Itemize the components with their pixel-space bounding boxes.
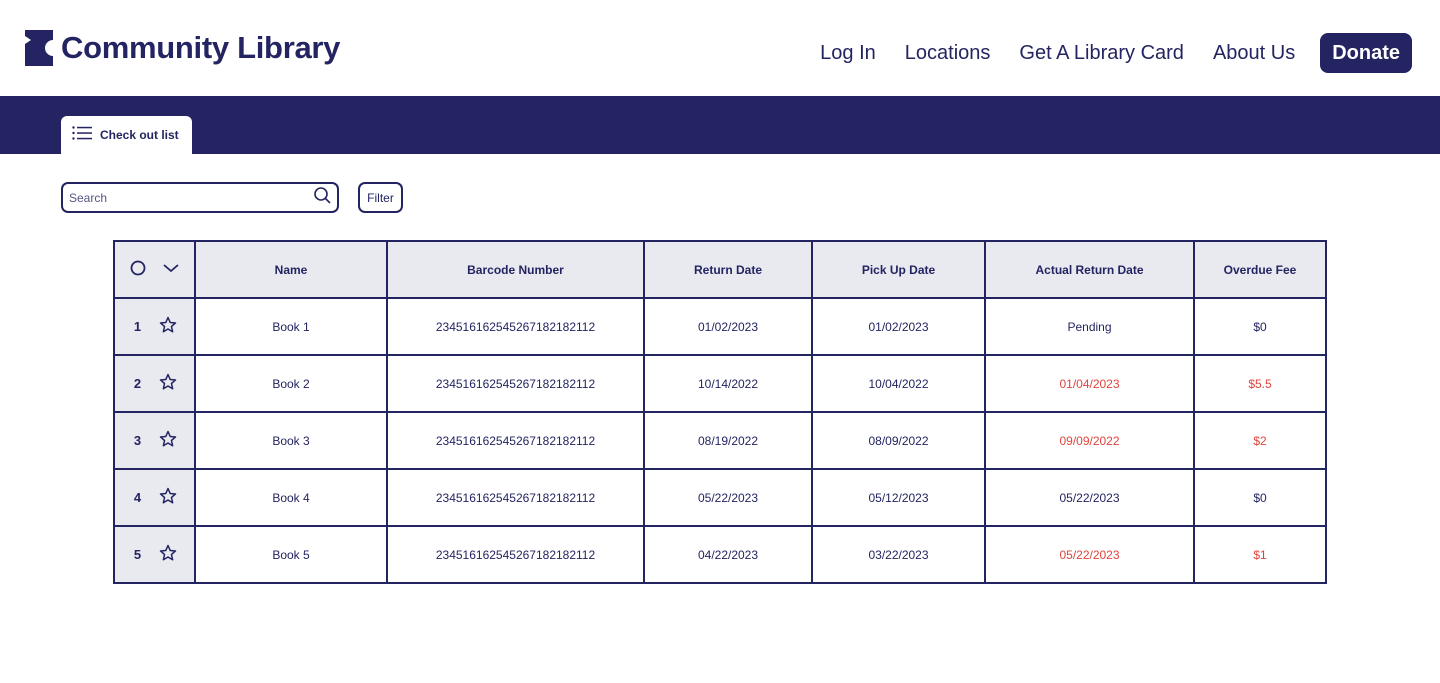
cell-return-date: 05/22/2023 (643, 468, 813, 527)
cell-return-date: 01/02/2023 (643, 297, 813, 356)
column-header-return-date[interactable]: Return Date (643, 240, 813, 299)
cell-overdue-fee: $0 (1193, 468, 1327, 527)
row-controls: 4 (113, 468, 196, 527)
search-icon[interactable] (314, 186, 331, 209)
star-icon[interactable] (159, 430, 177, 451)
column-header-actual-return-date[interactable]: Actual Return Date (984, 240, 1195, 299)
row-controls: 1 (113, 297, 196, 356)
cell-return-date: 04/22/2023 (643, 525, 813, 584)
checkout-table-wrap: Name Barcode Number Return Date Pick Up … (113, 240, 1327, 584)
cell-barcode: 234516162545267182182112 (386, 354, 645, 413)
cell-actual-return-date: 09/09/2022 (984, 411, 1195, 470)
cell-overdue-fee: $2 (1193, 411, 1327, 470)
filter-button[interactable]: Filter (358, 182, 403, 213)
checkout-table: Name Barcode Number Return Date Pick Up … (113, 240, 1327, 584)
table-row[interactable]: 2 Book 2 234516162545267182182112 10/14/202… (113, 354, 1327, 413)
select-column-header (113, 240, 196, 299)
table-row[interactable]: 1 Book 1 234516162545267182182112 01/02/202… (113, 297, 1327, 356)
column-header-pickup-date[interactable]: Pick Up Date (811, 240, 986, 299)
list-icon (72, 125, 92, 145)
cell-name: Book 4 (194, 468, 388, 527)
nav-about-us[interactable]: About Us (1213, 33, 1295, 73)
tab-bar: Check out list (0, 96, 1440, 154)
cell-pickup-date: 01/02/2023 (811, 297, 986, 356)
donate-button[interactable]: Donate (1320, 33, 1412, 73)
cell-barcode: 234516162545267182182112 (386, 468, 645, 527)
row-number: 5 (133, 547, 142, 562)
cell-actual-return-date: Pending (984, 297, 1195, 356)
table-header-row: Name Barcode Number Return Date Pick Up … (113, 240, 1327, 299)
cell-overdue-fee: $0 (1193, 297, 1327, 356)
cell-return-date: 08/19/2022 (643, 411, 813, 470)
tab-check-out-list[interactable]: Check out list (61, 116, 192, 154)
cell-actual-return-date: 05/22/2023 (984, 468, 1195, 527)
column-header-overdue-fee[interactable]: Overdue Fee (1193, 240, 1327, 299)
cell-barcode: 234516162545267182182112 (386, 411, 645, 470)
cell-barcode: 234516162545267182182112 (386, 297, 645, 356)
nav-locations[interactable]: Locations (905, 33, 991, 73)
table-row[interactable]: 4 Book 4 234516162545267182182112 05/22/202… (113, 468, 1327, 527)
cell-pickup-date: 05/12/2023 (811, 468, 986, 527)
row-number: 1 (133, 319, 142, 334)
tab-label: Check out list (100, 128, 179, 142)
row-number: 3 (133, 433, 142, 448)
table-row[interactable]: 3 Book 3 234516162545267182182112 08/19/202… (113, 411, 1327, 470)
star-icon[interactable] (159, 487, 177, 508)
row-controls: 3 (113, 411, 196, 470)
chevron-down-icon[interactable] (162, 262, 180, 277)
cell-actual-return-date: 01/04/2023 (984, 354, 1195, 413)
cell-pickup-date: 03/22/2023 (811, 525, 986, 584)
row-controls: 2 (113, 354, 196, 413)
cell-pickup-date: 10/04/2022 (811, 354, 986, 413)
cell-pickup-date: 08/09/2022 (811, 411, 986, 470)
main-nav: Log In Locations Get A Library Card Abou… (791, 33, 1412, 73)
cell-name: Book 5 (194, 525, 388, 584)
star-icon[interactable] (159, 544, 177, 565)
cell-overdue-fee: $5.5 (1193, 354, 1327, 413)
cell-overdue-fee: $1 (1193, 525, 1327, 584)
cell-actual-return-date: 05/22/2023 (984, 525, 1195, 584)
row-number: 4 (133, 490, 142, 505)
table-row[interactable]: 5 Book 5 234516162545267182182112 04/22/202… (113, 525, 1327, 584)
brand-name: Community Library (61, 30, 341, 65)
column-header-name[interactable]: Name (194, 240, 388, 299)
search-box (61, 182, 339, 213)
cell-name: Book 1 (194, 297, 388, 356)
star-icon[interactable] (159, 373, 177, 394)
cell-name: Book 2 (194, 354, 388, 413)
nav-get-library-card[interactable]: Get A Library Card (1019, 33, 1184, 73)
site-header: Community Library Log In Locations Get A… (0, 0, 1440, 96)
cell-return-date: 10/14/2022 (643, 354, 813, 413)
select-all-radio-icon[interactable] (130, 260, 146, 279)
library-logo-icon (25, 30, 53, 66)
star-icon[interactable] (159, 316, 177, 337)
search-input[interactable] (69, 190, 314, 205)
nav-log-in[interactable]: Log In (820, 33, 876, 73)
row-number: 2 (133, 376, 142, 391)
row-controls: 5 (113, 525, 196, 584)
logo[interactable]: Community Library (25, 30, 340, 66)
column-header-barcode[interactable]: Barcode Number (386, 240, 645, 299)
cell-name: Book 3 (194, 411, 388, 470)
cell-barcode: 234516162545267182182112 (386, 525, 645, 584)
